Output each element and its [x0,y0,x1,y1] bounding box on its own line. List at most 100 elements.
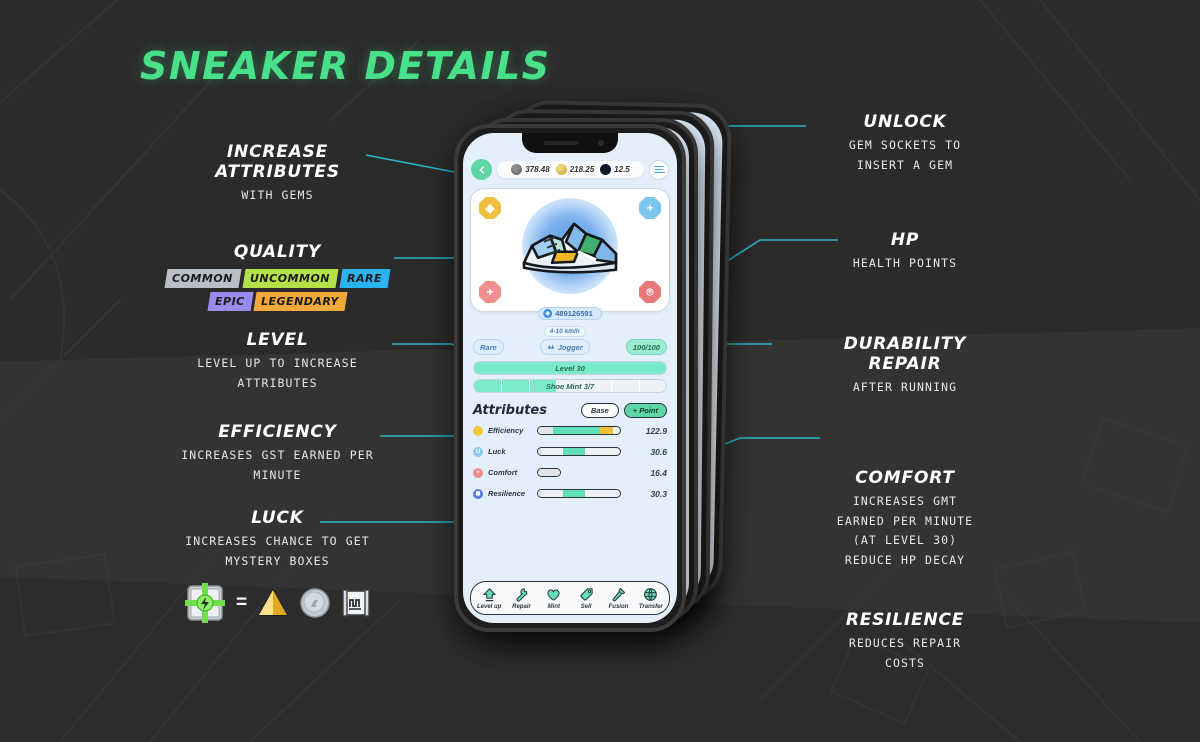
gem-socket-luck[interactable]: + [639,197,661,219]
nav-item-repair[interactable]: Repair [505,587,537,610]
currency-gmt[interactable]: 218.25 [555,164,595,175]
annotation-heading: EFFICIENCY [218,422,337,442]
equals-sign: = [235,592,248,614]
annotation-luck: LUCK INCREASES CHANCE TO GET MYSTERY BOX… [155,508,400,625]
sneaker-card: ◈ + + ⌾ ◈ 489126591 [470,188,670,320]
shoe-mint-bar-fill [474,380,557,392]
annotation-durability-repair: DURABILITY REPAIR AFTER RUNNING [780,334,1030,398]
shoe-type-label: Jogger [557,342,583,352]
currency-gst[interactable]: 378.48 [511,164,550,175]
attributes-title: Attributes [473,403,547,418]
phone-notch [522,133,618,153]
annotation-subtext: WITH GEMS [241,188,314,203]
nav-label: Fusion [608,604,629,610]
base-button[interactable]: Base [580,403,619,418]
annotation-subtext: INCREASES GST EARNED PER MINUTE [181,448,374,482]
quality-badge-label: COMMON [172,272,233,286]
quality-badge-label: LEGENDARY [261,295,340,309]
progress-bars: Level 30 Shoe Mint 3/7 [463,355,677,397]
level-bar: Level 30 [473,361,667,375]
sneaker-id-value: 489126591 [555,309,593,318]
currency-value: 378.48 [525,165,550,174]
resilience-icon: ◼ [473,488,483,499]
attributes-header: Attributes Base + Point [463,397,677,420]
currency-value: 218.25 [569,165,595,174]
chevron-left-icon [478,165,484,174]
gem-icon [258,589,289,617]
socket-glyph: + [486,285,494,299]
attribute-value: 122.9 [645,425,667,436]
mystery-box-formula: = [155,581,400,625]
shoe-type-chip[interactable]: Jogger [539,339,590,355]
sneaker-image [522,222,618,274]
attribute-name: Comfort [488,468,518,477]
attribute-row-efficiency[interactable]: ⚡ Efficiency 122.9 [463,420,677,441]
annotation-comfort: COMFORT INCREASES GMT EARNED PER MINUTE … [780,468,1030,570]
quality-badge-label: EPIC [214,295,245,309]
shoe-type-icon [547,344,554,349]
quality-badge-label: UNCOMMON [249,272,330,286]
attribute-row-comfort[interactable]: + Comfort 16.4 [463,462,677,483]
annotation-efficiency: EFFICIENCY INCREASES GST EARNED PER MINU… [155,422,400,485]
quality-badge-label: RARE [346,272,382,286]
hammer-icon [612,587,626,602]
sneaker-id-badge[interactable]: ◈ 489126591 [538,307,602,320]
add-point-button[interactable]: + Point [623,403,667,418]
attribute-name: Resilience [488,489,526,498]
annotation-heading: HP [890,230,920,250]
quality-badge-common: COMMON [164,269,242,289]
gem-socket-efficiency[interactable]: ◈ [479,197,501,219]
annotation-heading: DURABILITY REPAIR [843,334,967,375]
socket-glyph: + [646,201,654,215]
attribute-bar [537,489,621,498]
gmt-token-icon [555,164,567,175]
annotation-heading: QUALITY [233,242,322,262]
attribute-value: 30.3 [650,488,667,499]
quality-badge-rare: RARE [339,269,391,289]
nav-item-fusion[interactable]: Fusion [602,587,634,610]
attribute-row-resilience[interactable]: ◼ Resilience 30.3 [463,483,677,504]
quality-tier-row-2: EPIC LEGENDARY [160,292,395,312]
currency-bar: 378.48 218.25 12.5 [497,161,644,178]
currency-value: 12.5 [614,165,630,174]
hp-chip[interactable]: 100/100 [625,339,667,355]
nav-item-mint[interactable]: Mint [538,587,570,610]
quality-badge-uncommon: UNCOMMON [242,269,339,289]
attribute-name: Efficiency [488,426,524,435]
annotation-heading: COMFORT [855,468,955,488]
annotation-subtext: GEM SOCKETS TO INSERT A GEM [848,138,962,172]
scroll-icon [342,589,370,617]
gem-socket-comfort[interactable]: + [479,281,501,303]
attribute-row-luck[interactable]: U Luck 30.6 [463,441,677,462]
wrench-icon [516,588,528,602]
tag-icon [580,588,593,601]
currency-solana[interactable]: 12.5 [600,164,630,175]
nav-item-sell[interactable]: Sell [570,587,602,610]
level-bar-label: Level 30 [555,363,585,373]
attribute-bar [537,447,621,456]
arrow-up-icon [483,588,496,602]
phone-screen: 378.48 218.25 12.5 ◈ + + ⌾ ◈ 489126591 R… [463,133,677,623]
page-title: SNEAKER DETAILS [140,44,551,88]
socket-glyph: ◈ [485,201,495,215]
attribute-bar [537,426,621,435]
luck-icon: U [473,446,483,457]
nav-item-transfer[interactable]: Transfer [635,587,667,610]
back-button[interactable] [471,159,492,180]
annotation-subtext: HEALTH POINTS [852,256,958,271]
quality-chip[interactable]: Rare [473,339,504,355]
coin-icon [300,588,330,618]
nav-item-level-up[interactable]: Level up [473,587,505,610]
phone-stack: 378.48 218.25 12.5 ◈ + + ⌾ ◈ 489126591 R… [452,99,762,632]
nav-label: Sell [580,604,592,610]
heart-icon [547,589,560,601]
solana-token-icon [600,164,612,175]
attribute-bar [537,468,561,477]
type-chip-group: 4-10 km/h Jogger [539,326,590,355]
annotation-resilience: RESILIENCE REDUCES REPAIR COSTS [780,610,1030,673]
hamburger-menu-icon[interactable] [649,159,669,180]
nav-label: Level up [476,604,502,610]
bottom-action-bar: Level up Repair Mint Sell Fusion Transfe… [470,581,670,615]
annotation-heading: LUCK [251,508,304,528]
gem-socket-resilience[interactable]: ⌾ [639,281,661,303]
